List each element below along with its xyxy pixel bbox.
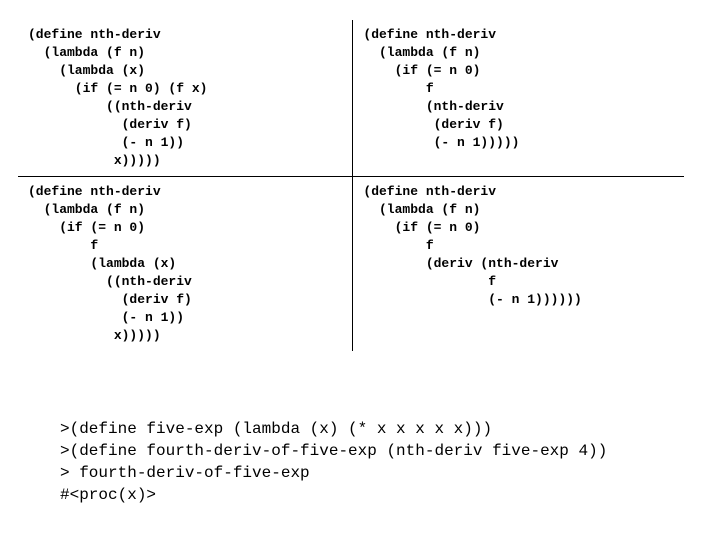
quadrant-top-right: (define nth-deriv (lambda (f n) (if (= n…	[352, 20, 684, 177]
quadrant-bottom-right: (define nth-deriv (lambda (f n) (if (= n…	[352, 177, 684, 351]
code-quadrants: (define nth-deriv (lambda (f n) (lambda …	[18, 20, 684, 351]
repl-transcript: >(define five-exp (lambda (x) (* x x x x…	[60, 418, 607, 506]
quadrant-row-top: (define nth-deriv (lambda (f n) (lambda …	[18, 20, 684, 177]
quadrant-row-bottom: (define nth-deriv (lambda (f n) (if (= n…	[18, 177, 684, 351]
quadrant-bottom-left: (define nth-deriv (lambda (f n) (if (= n…	[18, 177, 352, 351]
page: (define nth-deriv (lambda (f n) (lambda …	[0, 0, 720, 540]
quadrant-top-left: (define nth-deriv (lambda (f n) (lambda …	[18, 20, 352, 177]
